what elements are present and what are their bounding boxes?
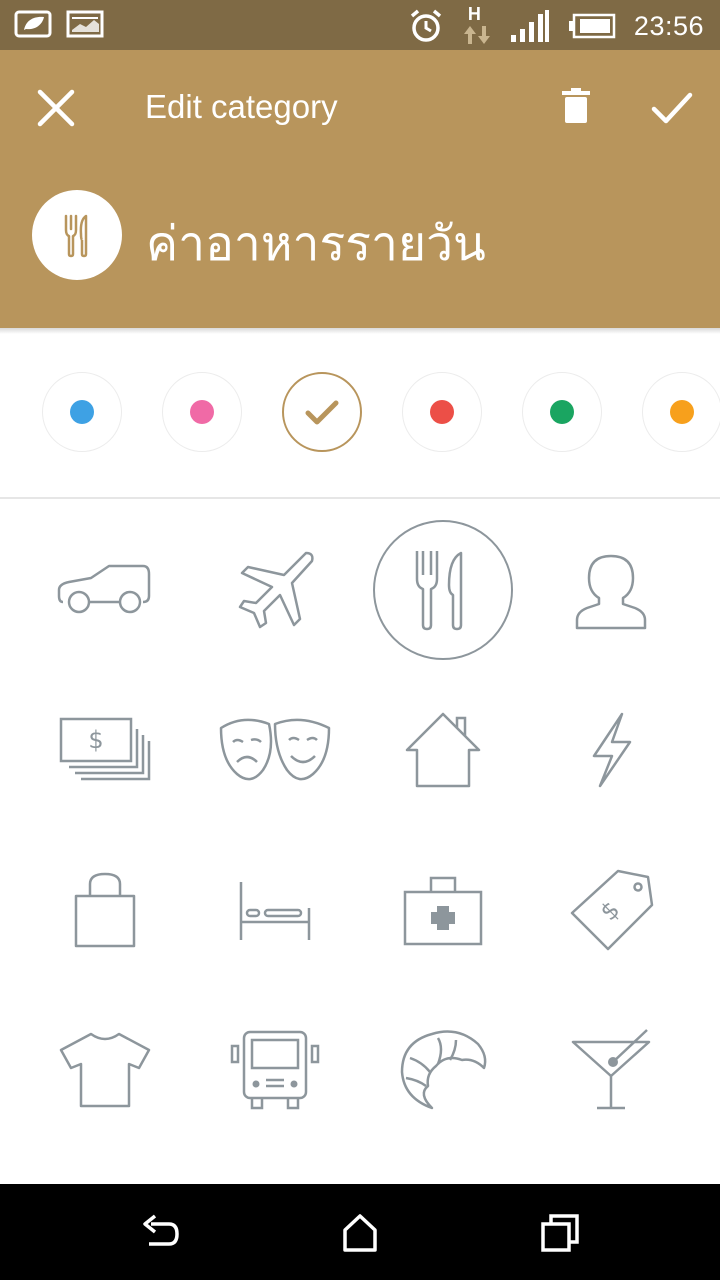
category-name-input[interactable]: ค่าอาหารรายวัน: [146, 206, 486, 282]
theater-masks-icon: [219, 718, 331, 781]
selected-check-icon: [305, 400, 339, 425]
back-icon: [143, 1214, 179, 1246]
lightning-icon: [592, 712, 632, 788]
icon-option-money[interactable]: $: [30, 675, 180, 825]
svg-text:$: $: [595, 896, 626, 927]
icon-option-transport[interactable]: [200, 995, 350, 1145]
icon-option-price-tag[interactable]: $: [536, 835, 686, 985]
icon-option-home[interactable]: [368, 675, 518, 825]
color-dot: [70, 400, 94, 424]
icon-option-shopping[interactable]: [30, 835, 180, 985]
cocktail-icon: [571, 1029, 651, 1110]
alarm-icon: [410, 9, 442, 42]
delete-button[interactable]: [552, 82, 600, 134]
icon-option-entertainment[interactable]: [200, 675, 350, 825]
icon-option-person[interactable]: [536, 515, 686, 665]
done-check-icon: [651, 92, 693, 124]
color-swatch-green[interactable]: [522, 372, 602, 452]
divider: [0, 497, 720, 499]
image-notification-icon: [66, 10, 104, 38]
color-picker: [0, 334, 720, 498]
done-button[interactable]: [644, 80, 700, 136]
color-dot: [190, 400, 214, 424]
status-bar: H 23:56: [0, 0, 720, 50]
delete-icon: [562, 88, 590, 123]
navigation-bar: [0, 1184, 720, 1280]
color-swatch-blue[interactable]: [42, 372, 122, 452]
color-swatch-red[interactable]: [402, 372, 482, 452]
close-button[interactable]: [30, 82, 82, 134]
icon-option-food-selected[interactable]: [368, 515, 518, 665]
network-type-label: H: [467, 4, 481, 24]
leaf-notification-icon: [14, 10, 52, 38]
color-dot: [670, 400, 694, 424]
category-icon-button[interactable]: [32, 190, 122, 280]
signal-icon: [510, 10, 549, 42]
car-icon: [57, 564, 151, 614]
close-icon: [37, 89, 75, 127]
recents-icon: [541, 1214, 579, 1252]
icon-option-hotel[interactable]: [200, 835, 350, 985]
bus-icon: [230, 1030, 320, 1110]
first-aid-kit-icon: [403, 876, 483, 946]
icon-option-drinks[interactable]: [536, 995, 686, 1145]
icon-option-utilities[interactable]: [536, 675, 686, 825]
bed-icon: [239, 882, 311, 940]
page-title: Edit category: [145, 88, 338, 125]
network-h-icon: H: [462, 4, 492, 46]
color-swatch-pink[interactable]: [162, 372, 242, 452]
back-button[interactable]: [135, 1208, 185, 1258]
person-icon: [575, 554, 647, 630]
battery-icon: [568, 13, 616, 39]
color-swatch-orange[interactable]: [642, 372, 720, 452]
color-dot: [430, 400, 454, 424]
icon-option-health[interactable]: [368, 835, 518, 985]
svg-text:$: $: [88, 726, 103, 754]
icon-option-car[interactable]: [30, 515, 180, 665]
home-icon: [343, 1214, 377, 1252]
croissant-icon: [400, 1030, 487, 1110]
house-icon: [405, 712, 481, 788]
recents-button[interactable]: [535, 1208, 585, 1258]
price-tag-icon: $: [570, 869, 654, 951]
icon-option-clothing[interactable]: [30, 995, 180, 1145]
shopping-bag-icon: [74, 872, 136, 948]
app-bar: Edit category ค่าอาหารรายวัน: [0, 50, 720, 328]
money-icon: $: [59, 717, 151, 781]
color-dot: [550, 400, 574, 424]
icon-option-airplane[interactable]: [200, 515, 350, 665]
clock-time: 23:56: [633, 10, 704, 41]
icon-option-bakery[interactable]: [368, 995, 518, 1145]
home-button[interactable]: [335, 1208, 385, 1258]
airplane-icon: [238, 551, 314, 629]
color-swatch-gold-selected[interactable]: [282, 372, 362, 452]
selection-ring: [373, 520, 513, 660]
tshirt-icon: [59, 1032, 151, 1108]
fork-knife-icon: [64, 214, 88, 258]
icon-grid: $ $: [0, 500, 720, 1184]
